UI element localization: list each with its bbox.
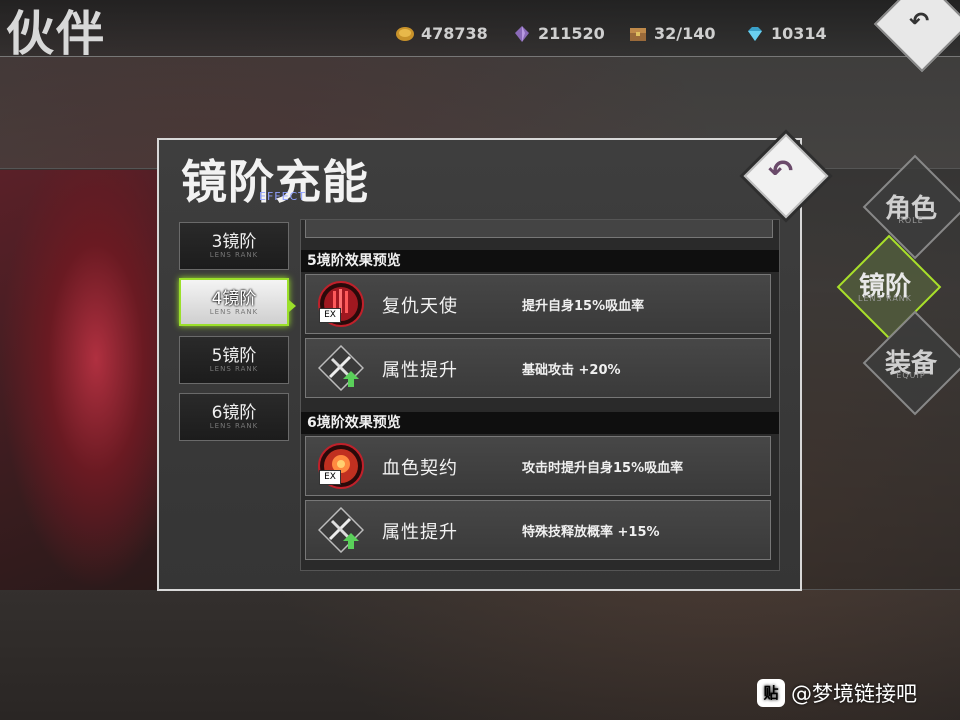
attribute-up-swords-icon: [318, 507, 364, 553]
rank-button-6[interactable]: 6镜阶 LENS RANK: [179, 393, 289, 441]
treasure-chest-icon: [630, 27, 646, 41]
selected-rank-arrow-icon: [289, 300, 296, 312]
tieba-logo: 贴: [757, 679, 785, 707]
crystal-resource: 211520: [512, 24, 605, 43]
rank-button-label: 3镜阶: [211, 232, 257, 252]
diamond-value: 10314: [771, 24, 827, 43]
modal-subtitle: EFFECT: [259, 190, 306, 203]
ex-badge: EX: [319, 308, 341, 323]
rank-button-sub: LENS RANK: [209, 422, 259, 430]
character-portrait: [0, 170, 160, 590]
effect-row[interactable]: 属性提升 基础攻击 +20%: [305, 338, 771, 398]
chest-value: 32/140: [654, 24, 716, 43]
rank-button-label: 4镜阶: [211, 289, 257, 309]
effect-description: 特殊技释放概率 +15%: [522, 525, 660, 540]
gold-resource: 478738: [395, 24, 488, 43]
effect-row[interactable]: EX 复仇天使 提升自身15%吸血率: [305, 274, 771, 334]
rank-button-label: 6镜阶: [211, 403, 257, 423]
watermark-text: @梦境链接吧: [791, 682, 917, 706]
purple-crystal-icon: [515, 25, 529, 42]
screen-title: 伙伴: [6, 6, 107, 62]
back-arrow-icon: ↶: [909, 7, 930, 36]
effect-name: 血色契约: [382, 458, 458, 479]
effect-name: 复仇天使: [382, 296, 458, 317]
crystal-value: 211520: [538, 24, 605, 43]
tab-lens-rank-sub: LENS RANK: [857, 294, 913, 303]
gold-coin-icon: [396, 26, 414, 41]
chest-resource: 32/140: [628, 24, 716, 43]
effect-description: 攻击时提升自身15%吸血率: [522, 461, 684, 476]
tieba-watermark: 贴 @梦境链接吧: [757, 676, 917, 710]
attribute-up-swords-icon: [318, 345, 364, 391]
blue-diamond-icon: [748, 26, 762, 41]
rank-button-3[interactable]: 3镜阶 LENS RANK: [179, 222, 289, 270]
gold-value: 478738: [421, 24, 488, 43]
section-header: 6境阶效果预览: [301, 412, 779, 434]
lens-rank-modal: 镜阶充能 EFFECT ↶ 3镜阶 LENS RANK 4镜阶 LENS RAN…: [157, 133, 829, 591]
rank-button-5[interactable]: 5镜阶 LENS RANK: [179, 336, 289, 384]
section-header: 5境阶效果预览: [301, 250, 779, 272]
tab-role-sub: ROLE: [898, 216, 924, 225]
effect-row[interactable]: 属性提升 特殊技释放概率 +15%: [305, 500, 771, 560]
tab-equip-sub: EQUIP: [896, 371, 926, 380]
effect-description: 提升自身15%吸血率: [522, 299, 645, 314]
effect-description: 基础攻击 +20%: [522, 363, 621, 378]
top-bar: 伙伴 478738 211520 32/140 10314 ↶: [0, 0, 960, 73]
clipped-list-item: [305, 220, 773, 238]
rank-button-sub: LENS RANK: [209, 308, 259, 316]
return-arrow-icon[interactable]: ↶: [768, 154, 793, 189]
rank-button-sub: LENS RANK: [209, 251, 259, 259]
effect-name: 属性提升: [382, 360, 458, 381]
ex-badge: EX: [319, 470, 341, 485]
rank-button-4[interactable]: 4镜阶 LENS RANK: [179, 278, 289, 326]
rank-button-label: 5镜阶: [211, 346, 257, 366]
effect-name: 属性提升: [382, 522, 458, 543]
diamond-resource: 10314: [745, 24, 827, 43]
effect-preview-list[interactable]: 5境阶效果预览 EX 复仇天使 提升自身15%吸血率 属性提升 基础攻击 +20…: [300, 219, 780, 571]
effect-row[interactable]: EX 血色契约 攻击时提升自身15%吸血率: [305, 436, 771, 496]
close-button[interactable]: ↶: [743, 133, 829, 219]
rank-button-sub: LENS RANK: [209, 365, 259, 373]
